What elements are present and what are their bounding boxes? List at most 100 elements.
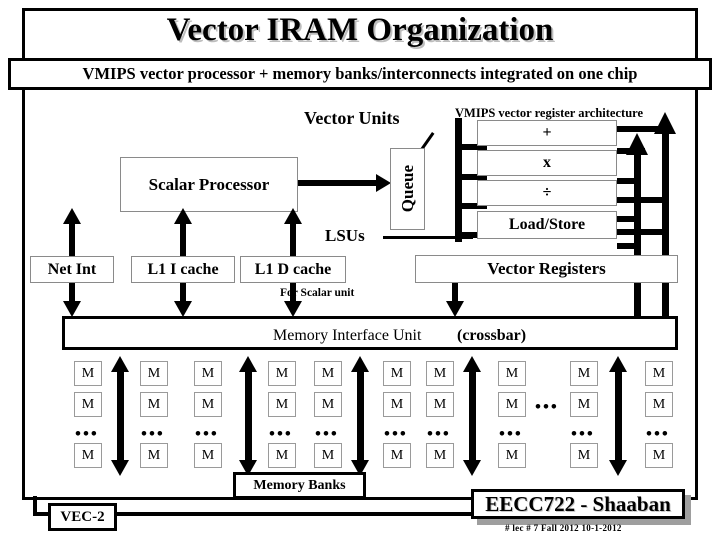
footer-rule-left-tick: [33, 496, 37, 516]
lsus-leader-line: [383, 236, 473, 239]
memory-cell: M: [194, 443, 222, 468]
vector-unit-load-store-block[interactable]: Load/Store: [477, 211, 617, 239]
vector-registers-label: Vector Registers: [487, 259, 606, 278]
memory-column-ellipsis: •••: [427, 424, 451, 443]
memory-cell: M: [426, 392, 454, 417]
scalar-processor-label: Scalar Processor: [148, 174, 270, 194]
memory-banks-label: Memory Banks: [253, 477, 346, 493]
memory-cell: M: [570, 392, 598, 417]
net-int-down-line: [69, 283, 75, 303]
memory-column-ellipsis: •••: [384, 424, 408, 443]
memory-column-ellipsis: •••: [315, 424, 339, 443]
bank-bus-4-up-arrow: [463, 356, 481, 372]
bank-bus-1-down-arrow: [111, 460, 129, 476]
vec-label: VEC-2: [60, 508, 105, 525]
vector-result-stub-loadstore2: [617, 243, 641, 249]
memory-cell: M: [570, 361, 598, 386]
l1d-down-arrow: [284, 301, 302, 317]
memory-column-ellipsis: •••: [571, 424, 595, 443]
scalar-to-queue-line: [298, 180, 376, 186]
memory-column-ellipsis: •••: [75, 424, 99, 443]
net-int-up-arrow: [63, 208, 81, 224]
memory-cell: M: [383, 392, 411, 417]
net-int-up-line: [69, 224, 75, 256]
net-interface-block[interactable]: Net Int: [30, 256, 114, 283]
memory-row-ellipsis: •••: [535, 397, 559, 416]
memory-column-ellipsis: •••: [499, 424, 523, 443]
bank-bus-1: [117, 370, 124, 462]
vmips-register-architecture-label: VMIPS vector register architecture: [455, 106, 644, 120]
l1-i-cache-block[interactable]: L1 I cache: [131, 256, 235, 283]
l1i-down-line: [180, 283, 186, 303]
bank-bus-3: [357, 370, 364, 462]
memory-column-ellipsis: •••: [269, 424, 293, 443]
bank-bus-3-up-arrow: [351, 356, 369, 372]
memory-cell: M: [140, 443, 168, 468]
queue-block[interactable]: Queue: [390, 148, 425, 230]
vector-result-arrow-outer: [654, 112, 676, 134]
memory-cell: M: [498, 392, 526, 417]
slide-canvas: Vector IRAM Organization VMIPS vector pr…: [0, 0, 720, 540]
vector-unit-load-store-label: Load/Store: [508, 216, 586, 233]
memory-cell: M: [194, 361, 222, 386]
vector-unit-add-block[interactable]: +: [477, 120, 617, 146]
course-label: EECC722 - Shaaban: [485, 491, 671, 516]
memory-column-ellipsis: •••: [646, 424, 670, 443]
memory-cell: M: [74, 361, 102, 386]
memory-cell: M: [570, 443, 598, 468]
memory-cell: M: [426, 361, 454, 386]
vector-result-stub-div: [617, 197, 669, 203]
bank-bus-5-down-arrow: [609, 460, 627, 476]
vector-registers-down-arrow: [446, 301, 464, 317]
net-int-down-arrow: [63, 301, 81, 317]
memory-cell: M: [383, 443, 411, 468]
page-title: Vector IRAM Organization: [166, 12, 554, 48]
vector-registers-block[interactable]: Vector Registers: [415, 255, 678, 283]
bank-bus-4-down-arrow: [463, 460, 481, 476]
result-bus-outer-to-miu: [662, 283, 669, 318]
l1-i-cache-label: L1 I cache: [147, 260, 219, 278]
memory-cell: M: [314, 443, 342, 468]
vector-unit-multiply-block[interactable]: x: [477, 150, 617, 176]
memory-cell: M: [645, 361, 673, 386]
memory-cell: M: [74, 443, 102, 468]
memory-interface-unit-block[interactable]: Memory Interface Unit (crossbar): [62, 316, 678, 350]
crossbar-label: (crossbar): [457, 327, 527, 344]
vector-units-label: Vector Units: [304, 108, 400, 128]
vector-result-stub-loadstore: [617, 229, 669, 235]
l1i-up-arrow: [174, 208, 192, 224]
memory-cell: M: [314, 361, 342, 386]
bank-bus-5: [615, 370, 622, 462]
l1i-up-line: [180, 224, 186, 256]
memory-cell: M: [140, 361, 168, 386]
l1-d-cache-block[interactable]: L1 D cache: [240, 256, 346, 283]
memory-cell: M: [268, 392, 296, 417]
scalar-to-queue-arrow: [376, 174, 391, 192]
bank-bus-2: [245, 370, 252, 462]
memory-column-ellipsis: •••: [195, 424, 219, 443]
memory-cell: M: [645, 392, 673, 417]
memory-cell: M: [314, 392, 342, 417]
memory-cell: M: [383, 361, 411, 386]
vec-label-box: VEC-2: [48, 503, 117, 531]
result-bus-inner-to-miu: [634, 283, 641, 318]
memory-cell: M: [140, 392, 168, 417]
lecture-meta: # lec # 7 Fall 2012 10-1-2012: [505, 523, 622, 533]
scalar-processor-block[interactable]: Scalar Processor: [120, 157, 298, 212]
vector-unit-divide-block[interactable]: ÷: [477, 180, 617, 206]
memory-cell: M: [268, 443, 296, 468]
vector-unit-multiply-label: x: [543, 154, 551, 171]
vector-result-arrow-inner: [626, 133, 648, 155]
vector-result-stub-div2: [617, 216, 641, 222]
course-badge: EECC722 - Shaaban: [471, 489, 685, 519]
vector-unit-bus: [455, 118, 462, 242]
memory-cell: M: [426, 443, 454, 468]
bank-bus-4: [469, 370, 476, 462]
subtitle-banner: VMIPS vector processor + memory banks/in…: [8, 58, 712, 90]
l1d-down-line: [290, 283, 296, 303]
queue-label: Queue: [397, 165, 417, 213]
memory-cell: M: [498, 443, 526, 468]
memory-cell: M: [645, 443, 673, 468]
bank-bus-2-up-arrow: [239, 356, 257, 372]
vector-unit-divide-label: ÷: [542, 184, 552, 201]
